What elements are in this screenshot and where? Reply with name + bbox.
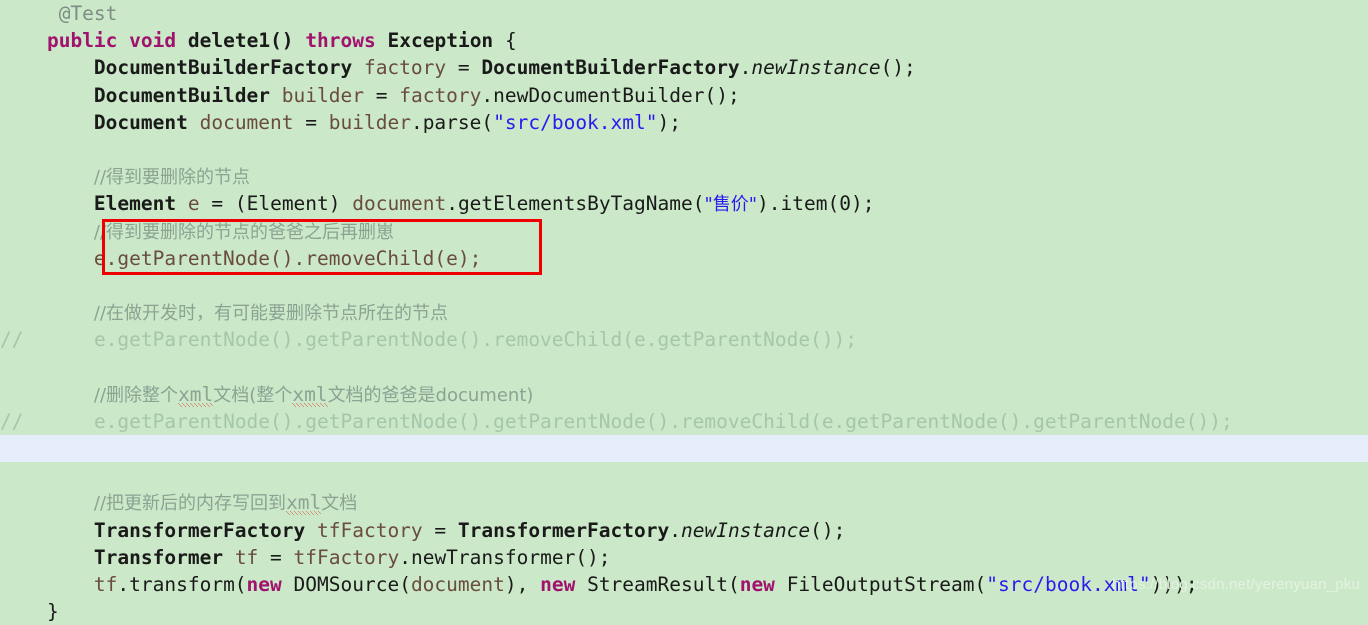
type-name: Document xyxy=(93,110,188,134)
code-line[interactable]: @Test xyxy=(0,0,1368,27)
code-line[interactable]: DocumentBuilderFactory factory = Documen… xyxy=(0,54,1368,81)
type-name: DocumentBuilder xyxy=(93,83,271,107)
method-call: .getElementsByTagName( xyxy=(446,192,705,216)
assign-operator: = xyxy=(457,56,470,80)
code-line[interactable]: //在做开发时，有可能要删除节点所在的节点 xyxy=(0,299,1368,326)
caret-line-highlight[interactable] xyxy=(0,435,1368,463)
assign-operator: = xyxy=(375,83,388,107)
call-tail: ); xyxy=(657,110,681,134)
method-call: .parse( xyxy=(410,110,494,134)
object-reference: tfFactory xyxy=(293,545,400,569)
cast-expression: (Element) xyxy=(234,192,341,216)
comment-spellcheck-xml: xml xyxy=(292,382,328,407)
method-call: .transform( xyxy=(117,572,247,596)
method-call: .newTransformer(); xyxy=(399,545,611,569)
call-tail: (); xyxy=(880,56,916,80)
comment-write-back-part1: //把更新后的内存写回到 xyxy=(93,493,287,515)
annotation-test: @Test xyxy=(58,2,118,25)
code-line[interactable]: Document document = builder.parse("src/b… xyxy=(0,109,1368,136)
code-line[interactable]: // e.getParentNode().getParentNode().rem… xyxy=(0,326,1368,353)
watermark-url: https://blog.csdn.net/yerenyuan_pku xyxy=(1112,576,1360,593)
variable-name: builder xyxy=(281,83,364,107)
static-method-call: newInstance xyxy=(751,56,881,80)
code-line-blank[interactable] xyxy=(0,462,1368,489)
object-reference: document xyxy=(352,192,447,216)
class-reference: DocumentBuilderFactory xyxy=(481,56,740,80)
close-brace: } xyxy=(46,600,59,624)
class-constructor: DOMSource( xyxy=(293,572,411,596)
object-reference: tf xyxy=(93,572,118,596)
keyword-new: new xyxy=(739,572,775,596)
code-line[interactable]: Element e = (Element) document.getElemen… xyxy=(0,190,1368,217)
code-line[interactable]: public void delete1() throws Exception { xyxy=(0,27,1368,54)
assign-operator: = xyxy=(434,518,447,542)
variable-name: tfFactory xyxy=(317,518,423,542)
comment-spellcheck-xml: xml xyxy=(286,491,322,516)
call-tail: ).item(0); xyxy=(757,192,875,216)
comment-delete-doc-part3: 文档的爸爸是document) xyxy=(327,384,534,406)
code-line[interactable]: } xyxy=(0,598,1368,625)
commented-code-long: e.getParentNode().getParentNode().getPar… xyxy=(93,409,1233,433)
code-line[interactable]: e.getParentNode().removeChild(e); xyxy=(0,245,1368,272)
comment-spellcheck-xml: xml xyxy=(178,382,214,407)
assign-operator: = xyxy=(305,110,318,134)
assign-operator: = xyxy=(270,545,282,569)
class-constructor: StreamResult( xyxy=(587,572,740,596)
type-name: DocumentBuilderFactory xyxy=(93,56,353,80)
method-call: .newDocumentBuilder(); xyxy=(481,83,740,107)
comment-delete-doc-part2: 文档(整个 xyxy=(213,384,293,406)
code-line[interactable]: //删除整个xml文档(整个xml文档的爸爸是document) xyxy=(0,381,1368,408)
class-reference: TransformerFactory xyxy=(457,518,670,542)
string-literal: "src/book.xml" xyxy=(493,110,658,134)
code-line[interactable]: //得到要删除的节点 xyxy=(0,163,1368,190)
argument-reference: document xyxy=(410,572,505,596)
comment-get-node: //得到要删除的节点 xyxy=(93,167,251,189)
variable-name: e xyxy=(187,192,200,216)
code-line[interactable]: TransformerFactory tfFactory = Transform… xyxy=(0,517,1368,544)
variable-name: factory xyxy=(363,56,447,80)
code-line[interactable]: Transformer tf = tfFactory.newTransforme… xyxy=(0,544,1368,571)
comment-delete-doc-part1: //删除整个 xyxy=(93,384,179,406)
call-tail: (); xyxy=(810,518,846,542)
code-line[interactable]: //得到要删除的节点的爸爸之后再删崽 xyxy=(0,218,1368,245)
comment-prefix: // xyxy=(0,409,24,433)
code-editor[interactable]: @Test public void delete1() throws Excep… xyxy=(0,0,1368,623)
keyword-public: public xyxy=(46,29,118,53)
static-method-call: newInstance xyxy=(681,518,811,542)
comment-dev-note: //在做开发时，有可能要删除节点所在的节点 xyxy=(93,303,449,325)
code-line-blank[interactable] xyxy=(0,136,1368,163)
method-name: delete1() xyxy=(187,29,294,53)
type-name: TransformerFactory xyxy=(93,518,306,542)
commented-code: e.getParentNode().getParentNode().remove… xyxy=(93,328,858,352)
type-name: Transformer xyxy=(93,545,224,569)
open-brace: { xyxy=(504,29,517,53)
type-name: Element xyxy=(93,192,177,216)
assign-operator: = xyxy=(211,192,224,216)
variable-name: tf xyxy=(234,545,259,569)
code-line-blank[interactable] xyxy=(0,353,1368,380)
comment-write-back-part2: 文档 xyxy=(321,493,358,515)
variable-name: document xyxy=(199,110,294,134)
object-reference: factory xyxy=(399,83,482,107)
code-line[interactable]: //把更新后的内存写回到xml文档 xyxy=(0,489,1368,516)
object-reference: builder xyxy=(328,110,411,134)
keyword-new: new xyxy=(540,572,576,596)
comment-prefix: // xyxy=(0,328,24,352)
keyword-throws: throws xyxy=(305,29,376,53)
class-constructor: FileOutputStream( xyxy=(786,572,987,596)
code-line[interactable]: DocumentBuilder builder = factory.newDoc… xyxy=(0,82,1368,109)
remove-child-statement: e.getParentNode().removeChild(e); xyxy=(93,246,482,270)
keyword-new: new xyxy=(246,572,282,596)
argument-separator: ), xyxy=(504,572,541,596)
comment-get-parent-node: //得到要删除的节点的爸爸之后再删崽 xyxy=(93,221,395,243)
string-literal: "售价" xyxy=(704,194,758,216)
keyword-void: void xyxy=(129,29,177,53)
code-line-blank[interactable] xyxy=(0,272,1368,299)
code-line[interactable]: // e.getParentNode().getParentNode().get… xyxy=(0,408,1368,435)
type-exception: Exception xyxy=(387,29,494,53)
